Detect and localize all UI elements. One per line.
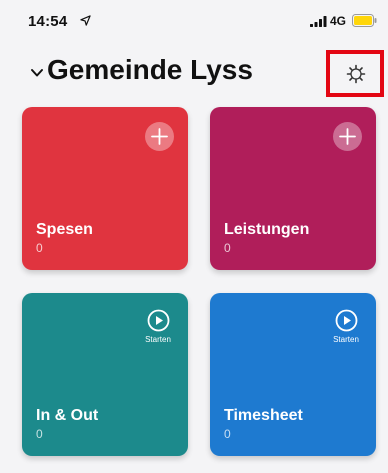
status-bar: 14:54 4G xyxy=(0,0,388,40)
status-time: 14:54 xyxy=(28,13,68,30)
settings-button[interactable] xyxy=(326,50,384,97)
gear-icon xyxy=(346,64,366,84)
location-arrow-icon xyxy=(80,15,91,26)
tile-title: In & Out xyxy=(36,407,99,424)
header: Gemeinde Lyss xyxy=(0,46,388,97)
add-spesen-button[interactable] xyxy=(145,122,174,151)
signal-icon xyxy=(310,16,327,27)
network-label: 4G xyxy=(330,14,347,28)
play-icon xyxy=(335,309,357,332)
add-leistungen-button[interactable] xyxy=(333,122,362,151)
start-timesheet-button[interactable]: Starten xyxy=(326,309,366,351)
tile-spesen[interactable]: Spesen 0 xyxy=(22,107,188,270)
start-label: Starten xyxy=(333,335,359,344)
tile-count: 0 xyxy=(224,427,231,441)
tile-title: Timesheet xyxy=(224,407,303,424)
start-label: Starten xyxy=(145,335,171,344)
page-title[interactable]: Gemeinde Lyss xyxy=(47,54,253,86)
play-icon xyxy=(147,309,169,332)
tile-timesheet[interactable]: Starten Timesheet 0 xyxy=(210,293,376,456)
tile-leistungen[interactable]: Leistungen 0 xyxy=(210,107,376,270)
tile-title: Spesen xyxy=(36,221,93,238)
app-screen: 14:54 4G Gemeinde Lyss Spesen 0 Leistung… xyxy=(0,0,388,473)
battery-icon xyxy=(352,14,377,27)
chevron-down-icon[interactable] xyxy=(30,68,44,78)
tile-in-out[interactable]: Starten In & Out 0 xyxy=(22,293,188,456)
start-in-out-button[interactable]: Starten xyxy=(138,309,178,351)
tile-title: Leistungen xyxy=(224,221,310,238)
tile-count: 0 xyxy=(36,427,43,441)
plus-icon xyxy=(339,128,356,145)
plus-icon xyxy=(151,128,168,145)
tile-count: 0 xyxy=(36,241,43,255)
tile-count: 0 xyxy=(224,241,231,255)
